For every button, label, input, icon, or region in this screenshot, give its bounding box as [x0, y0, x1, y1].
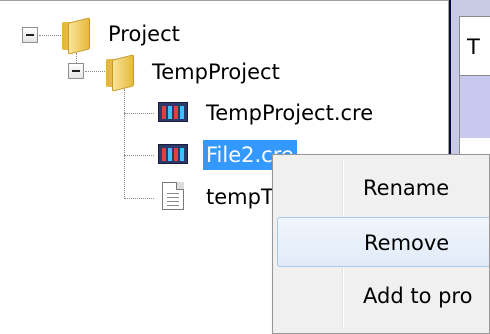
collapse-project-toggle[interactable]: [22, 27, 38, 43]
tree-node-tempt[interactable]: tempT: [206, 182, 274, 212]
cre-file-icon: [158, 144, 188, 164]
context-menu: Rename Remove Add to pro: [272, 154, 490, 334]
editor-tab[interactable]: T: [459, 16, 490, 76]
menu-item-add-to-project[interactable]: Add to pro: [277, 271, 489, 321]
collapse-tempproject-toggle[interactable]: [68, 63, 84, 79]
tree-node-tempproject-cre[interactable]: TempProject.cre: [206, 98, 373, 128]
tree-node-tempproject[interactable]: TempProject: [152, 57, 280, 87]
document-icon: [162, 182, 184, 210]
menu-item-rename[interactable]: Rename: [277, 163, 489, 213]
tree-node-project[interactable]: Project: [108, 19, 180, 49]
menu-item-remove[interactable]: Remove: [277, 217, 489, 267]
folder-icon: [60, 17, 92, 55]
folder-icon: [104, 54, 136, 92]
editor-toolbar: [459, 76, 490, 138]
cre-file-icon: [158, 102, 188, 122]
